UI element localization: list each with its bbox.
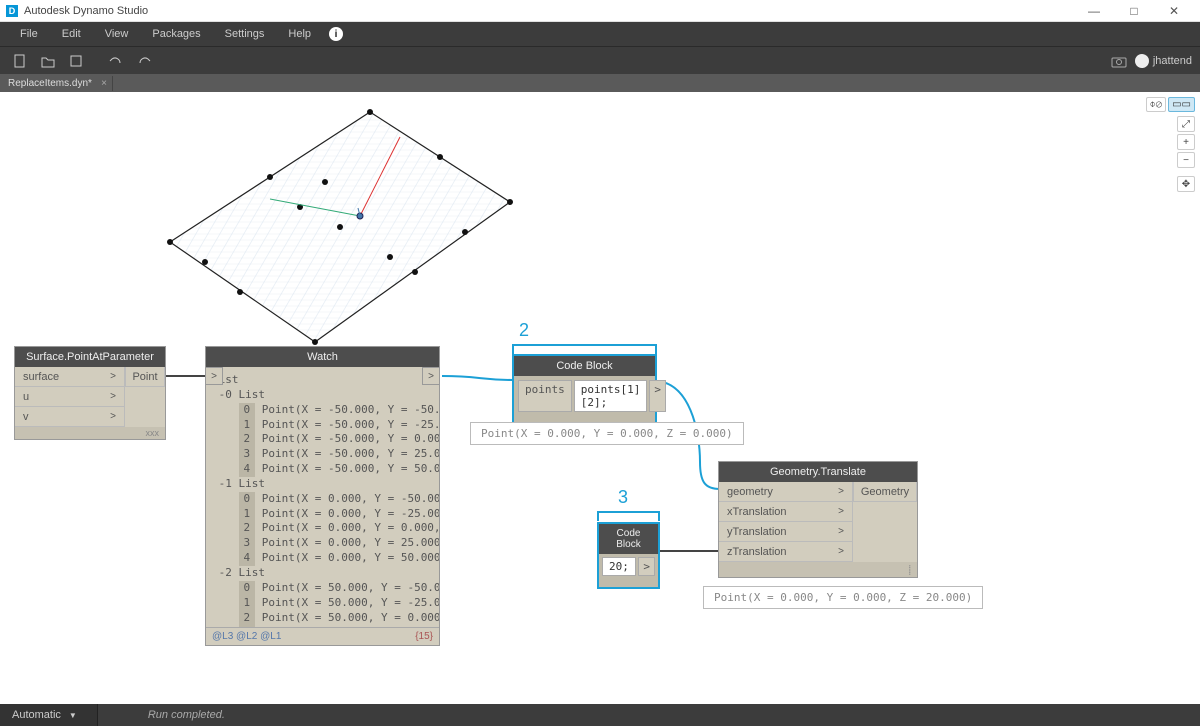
document-tab[interactable]: ReplaceItems.dyn* × <box>0 76 113 91</box>
watch-output-list: List -0 List 0 Point(X = -50.000, Y = -5… <box>206 367 439 627</box>
cb-output-port[interactable]: > <box>638 557 655 576</box>
toolbar: jhattend <box>0 46 1200 74</box>
annotation-label-3: 3 <box>618 487 628 508</box>
redo-icon[interactable] <box>132 49 156 73</box>
node-resize-grip[interactable]: ⸽ <box>719 562 917 577</box>
window-titlebar: D Autodesk Dynamo Studio — □ ✕ <box>0 0 1200 22</box>
annotation-bracket-2 <box>512 344 657 354</box>
document-tabs: ReplaceItems.dyn* × <box>0 74 1200 92</box>
status-message: Run completed. <box>148 709 225 721</box>
code-text[interactable]: points[1][2]; <box>574 380 648 412</box>
node-title: Geometry.Translate <box>719 462 917 482</box>
zoom-out-icon[interactable]: − <box>1177 152 1195 168</box>
view-controls: ⌽⊘ ▭▭ ⤢ + − ✥ <box>1146 97 1195 194</box>
toggle-geom-preview[interactable]: ⌽⊘ <box>1146 97 1167 112</box>
chevron-down-icon: ▼ <box>69 711 77 720</box>
menu-help[interactable]: Help <box>276 22 323 46</box>
undo-icon[interactable] <box>104 49 128 73</box>
node-surface-point-at-parameter[interactable]: Surface.PointAtParameter surface> u> v> … <box>14 346 166 440</box>
geometry-preview <box>140 102 520 352</box>
node-watch[interactable]: Watch > > List -0 List 0 Point(X = -50.0… <box>205 346 440 646</box>
node-title: Code Block <box>514 356 655 376</box>
window-title: Autodesk Dynamo Studio <box>24 5 1074 17</box>
code-text[interactable]: 20; <box>602 557 636 576</box>
toggle-graph-view[interactable]: ▭▭ <box>1168 97 1195 112</box>
watch-footer: @L3 @L2 @L1 {15} <box>206 627 439 645</box>
menu-packages[interactable]: Packages <box>140 22 212 46</box>
graph-canvas[interactable]: ⌽⊘ ▭▭ ⤢ + − ✥ <box>0 92 1200 704</box>
user-chip[interactable]: jhattend <box>1135 54 1192 68</box>
window-maximize-button[interactable]: □ <box>1114 0 1154 22</box>
watch-count: {15} <box>415 631 433 642</box>
new-file-icon[interactable] <box>8 49 32 73</box>
input-port-ytranslation[interactable]: yTranslation> <box>719 522 853 542</box>
zoom-in-icon[interactable]: + <box>1177 134 1195 150</box>
status-bar: Automatic ▼ Run completed. <box>0 704 1200 726</box>
watch-output-port[interactable]: > <box>422 367 440 385</box>
node-geometry-translate[interactable]: Geometry.Translate geometry> xTranslatio… <box>718 461 918 578</box>
code-block-result-preview: Point(X = 0.000, Y = 0.000, Z = 0.000) <box>470 422 744 445</box>
pan-icon[interactable]: ✥ <box>1177 176 1195 192</box>
username: jhattend <box>1153 55 1192 67</box>
node-lacing: xxx <box>15 427 165 439</box>
watch-lacing: @L3 @L2 @L1 <box>212 631 281 642</box>
window-close-button[interactable]: ✕ <box>1154 0 1194 22</box>
watch-input-port[interactable]: > <box>205 367 223 385</box>
menu-file[interactable]: File <box>8 22 50 46</box>
cb-output-port[interactable]: > <box>649 380 666 412</box>
cb-input-port-points[interactable]: points <box>518 380 572 412</box>
menu-settings[interactable]: Settings <box>213 22 277 46</box>
output-port-point[interactable]: Point <box>125 367 165 387</box>
run-mode-dropdown[interactable]: Automatic ▼ <box>0 704 98 726</box>
translate-result-preview: Point(X = 0.000, Y = 0.000, Z = 20.000) <box>703 586 983 609</box>
annotation-bracket-3 <box>597 511 660 521</box>
window-controls: — □ ✕ <box>1074 0 1194 22</box>
node-title: Surface.PointAtParameter <box>15 347 165 367</box>
tab-label: ReplaceItems.dyn* <box>8 78 92 89</box>
input-port-u[interactable]: u> <box>15 387 125 407</box>
tab-close-icon[interactable]: × <box>101 78 107 89</box>
save-icon[interactable] <box>64 49 88 73</box>
annotation-label-2: 2 <box>519 320 529 341</box>
node-title: Watch <box>206 347 439 367</box>
app-logo-icon: D <box>6 5 18 17</box>
input-port-surface[interactable]: surface> <box>15 367 125 387</box>
run-mode-label: Automatic <box>12 709 61 721</box>
input-port-ztranslation[interactable]: zTranslation> <box>719 542 853 562</box>
fit-view-icon[interactable]: ⤢ <box>1177 116 1195 132</box>
avatar-icon <box>1135 54 1149 68</box>
menu-edit[interactable]: Edit <box>50 22 93 46</box>
window-minimize-button[interactable]: — <box>1074 0 1114 22</box>
screenshot-icon[interactable] <box>1107 49 1131 73</box>
input-port-v[interactable]: v> <box>15 407 125 427</box>
node-code-block-twenty[interactable]: Code Block 20; > <box>597 522 660 589</box>
info-icon[interactable]: i <box>329 27 343 41</box>
menu-bar: File Edit View Packages Settings Help i <box>0 22 1200 46</box>
menu-view[interactable]: View <box>93 22 141 46</box>
input-port-geometry[interactable]: geometry> <box>719 482 853 502</box>
input-port-xtranslation[interactable]: xTranslation> <box>719 502 853 522</box>
open-file-icon[interactable] <box>36 49 60 73</box>
node-title: Code Block <box>599 524 658 554</box>
output-port-geometry[interactable]: Geometry <box>853 482 917 502</box>
